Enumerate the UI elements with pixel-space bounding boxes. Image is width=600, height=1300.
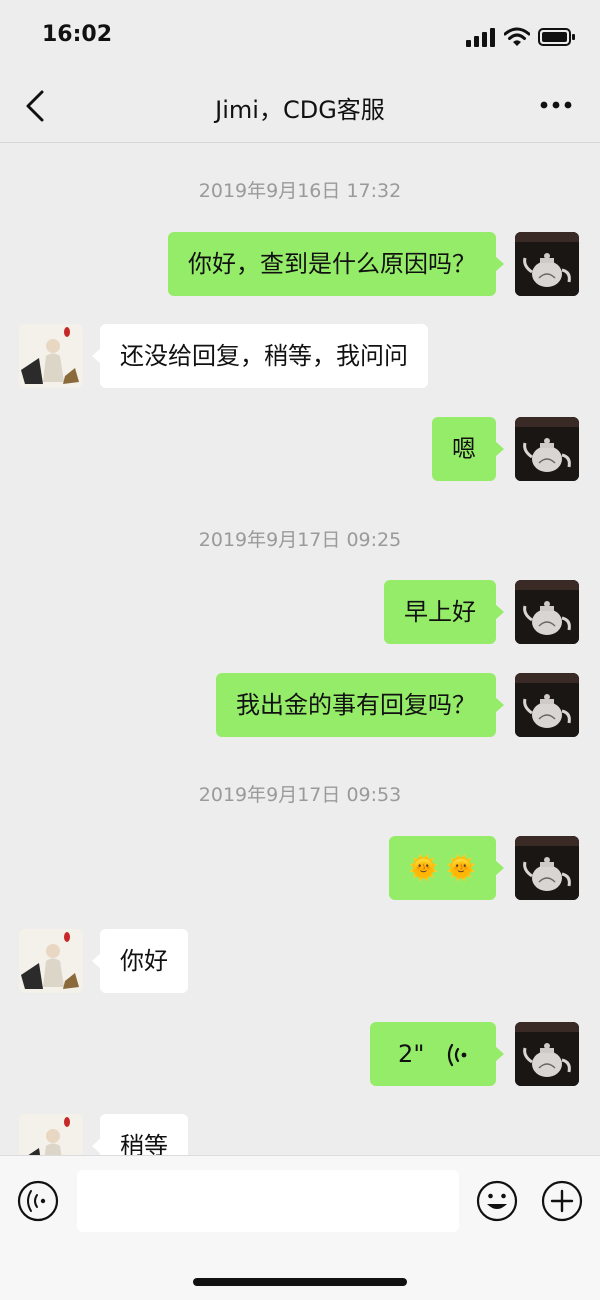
message-bubble-sent[interactable]: 早上好 [384,580,504,644]
my-avatar[interactable] [515,836,579,900]
message-bubble-received[interactable]: 还没给回复，稍等，我问问 [92,324,428,388]
home-indicator [193,1278,407,1286]
teapot-avatar-icon [515,673,579,737]
emoji-icon[interactable] [476,1180,518,1222]
teapot-avatar-icon [515,232,579,296]
teapot-avatar-icon [515,417,579,481]
status-time: 16:02 [42,22,113,47]
my-avatar[interactable] [515,232,579,296]
voice-duration: 2" [398,1040,425,1068]
my-avatar[interactable] [515,580,579,644]
status-bar: 16:02 [0,0,600,72]
cellular-signal-icon [466,28,495,47]
battery-icon [538,28,575,46]
status-icons [466,24,576,50]
message-bubble-sent[interactable]: 🌞 🌞 [388,836,505,900]
wifi-icon [504,27,530,46]
message-bubble-sent[interactable]: 嗯 [432,417,504,481]
teapot-avatar-icon [515,1022,579,1086]
voice-input-icon[interactable] [17,1180,59,1222]
input-bar [0,1155,600,1300]
message-timestamp: 2019年9月17日 09:25 [198,529,402,551]
chat-header: Jimi，CDG客服 [0,72,600,143]
message-timestamp: 2019年9月16日 17:32 [198,180,402,202]
message-bubble-received[interactable]: 稍等 [92,1114,188,1155]
message-bubble-sent[interactable]: 你好，查到是什么原因吗？ [168,232,504,296]
my-avatar[interactable] [515,673,579,737]
voice-wave-icon [447,1043,467,1067]
teapot-avatar-icon [515,836,579,900]
message-timestamp: 2019年9月17日 09:53 [198,784,402,806]
add-icon[interactable] [541,1180,583,1222]
message-bubble-received[interactable]: 你好 [92,929,188,993]
chat-title: Jimi，CDG客服 [215,96,385,124]
my-avatar[interactable] [515,417,579,481]
monk-avatar-icon [19,324,83,388]
message-bubble-sent[interactable]: 我出金的事有回复吗？ [216,673,504,737]
voice-message-bubble[interactable]: 2" [370,1022,504,1086]
monk-avatar-icon [19,929,83,993]
teapot-avatar-icon [515,580,579,644]
contact-avatar[interactable] [19,929,83,993]
more-options-icon[interactable] [540,94,572,116]
contact-avatar[interactable] [19,1114,83,1155]
message-input[interactable] [77,1170,459,1232]
my-avatar[interactable] [515,1022,579,1086]
monk-avatar-icon [19,1114,83,1155]
contact-avatar[interactable] [19,324,83,388]
chat-messages[interactable]: 2019年9月16日 17:32 你好，查到是什么原因吗？ 还没给回复，稍等，我… [0,143,600,1155]
